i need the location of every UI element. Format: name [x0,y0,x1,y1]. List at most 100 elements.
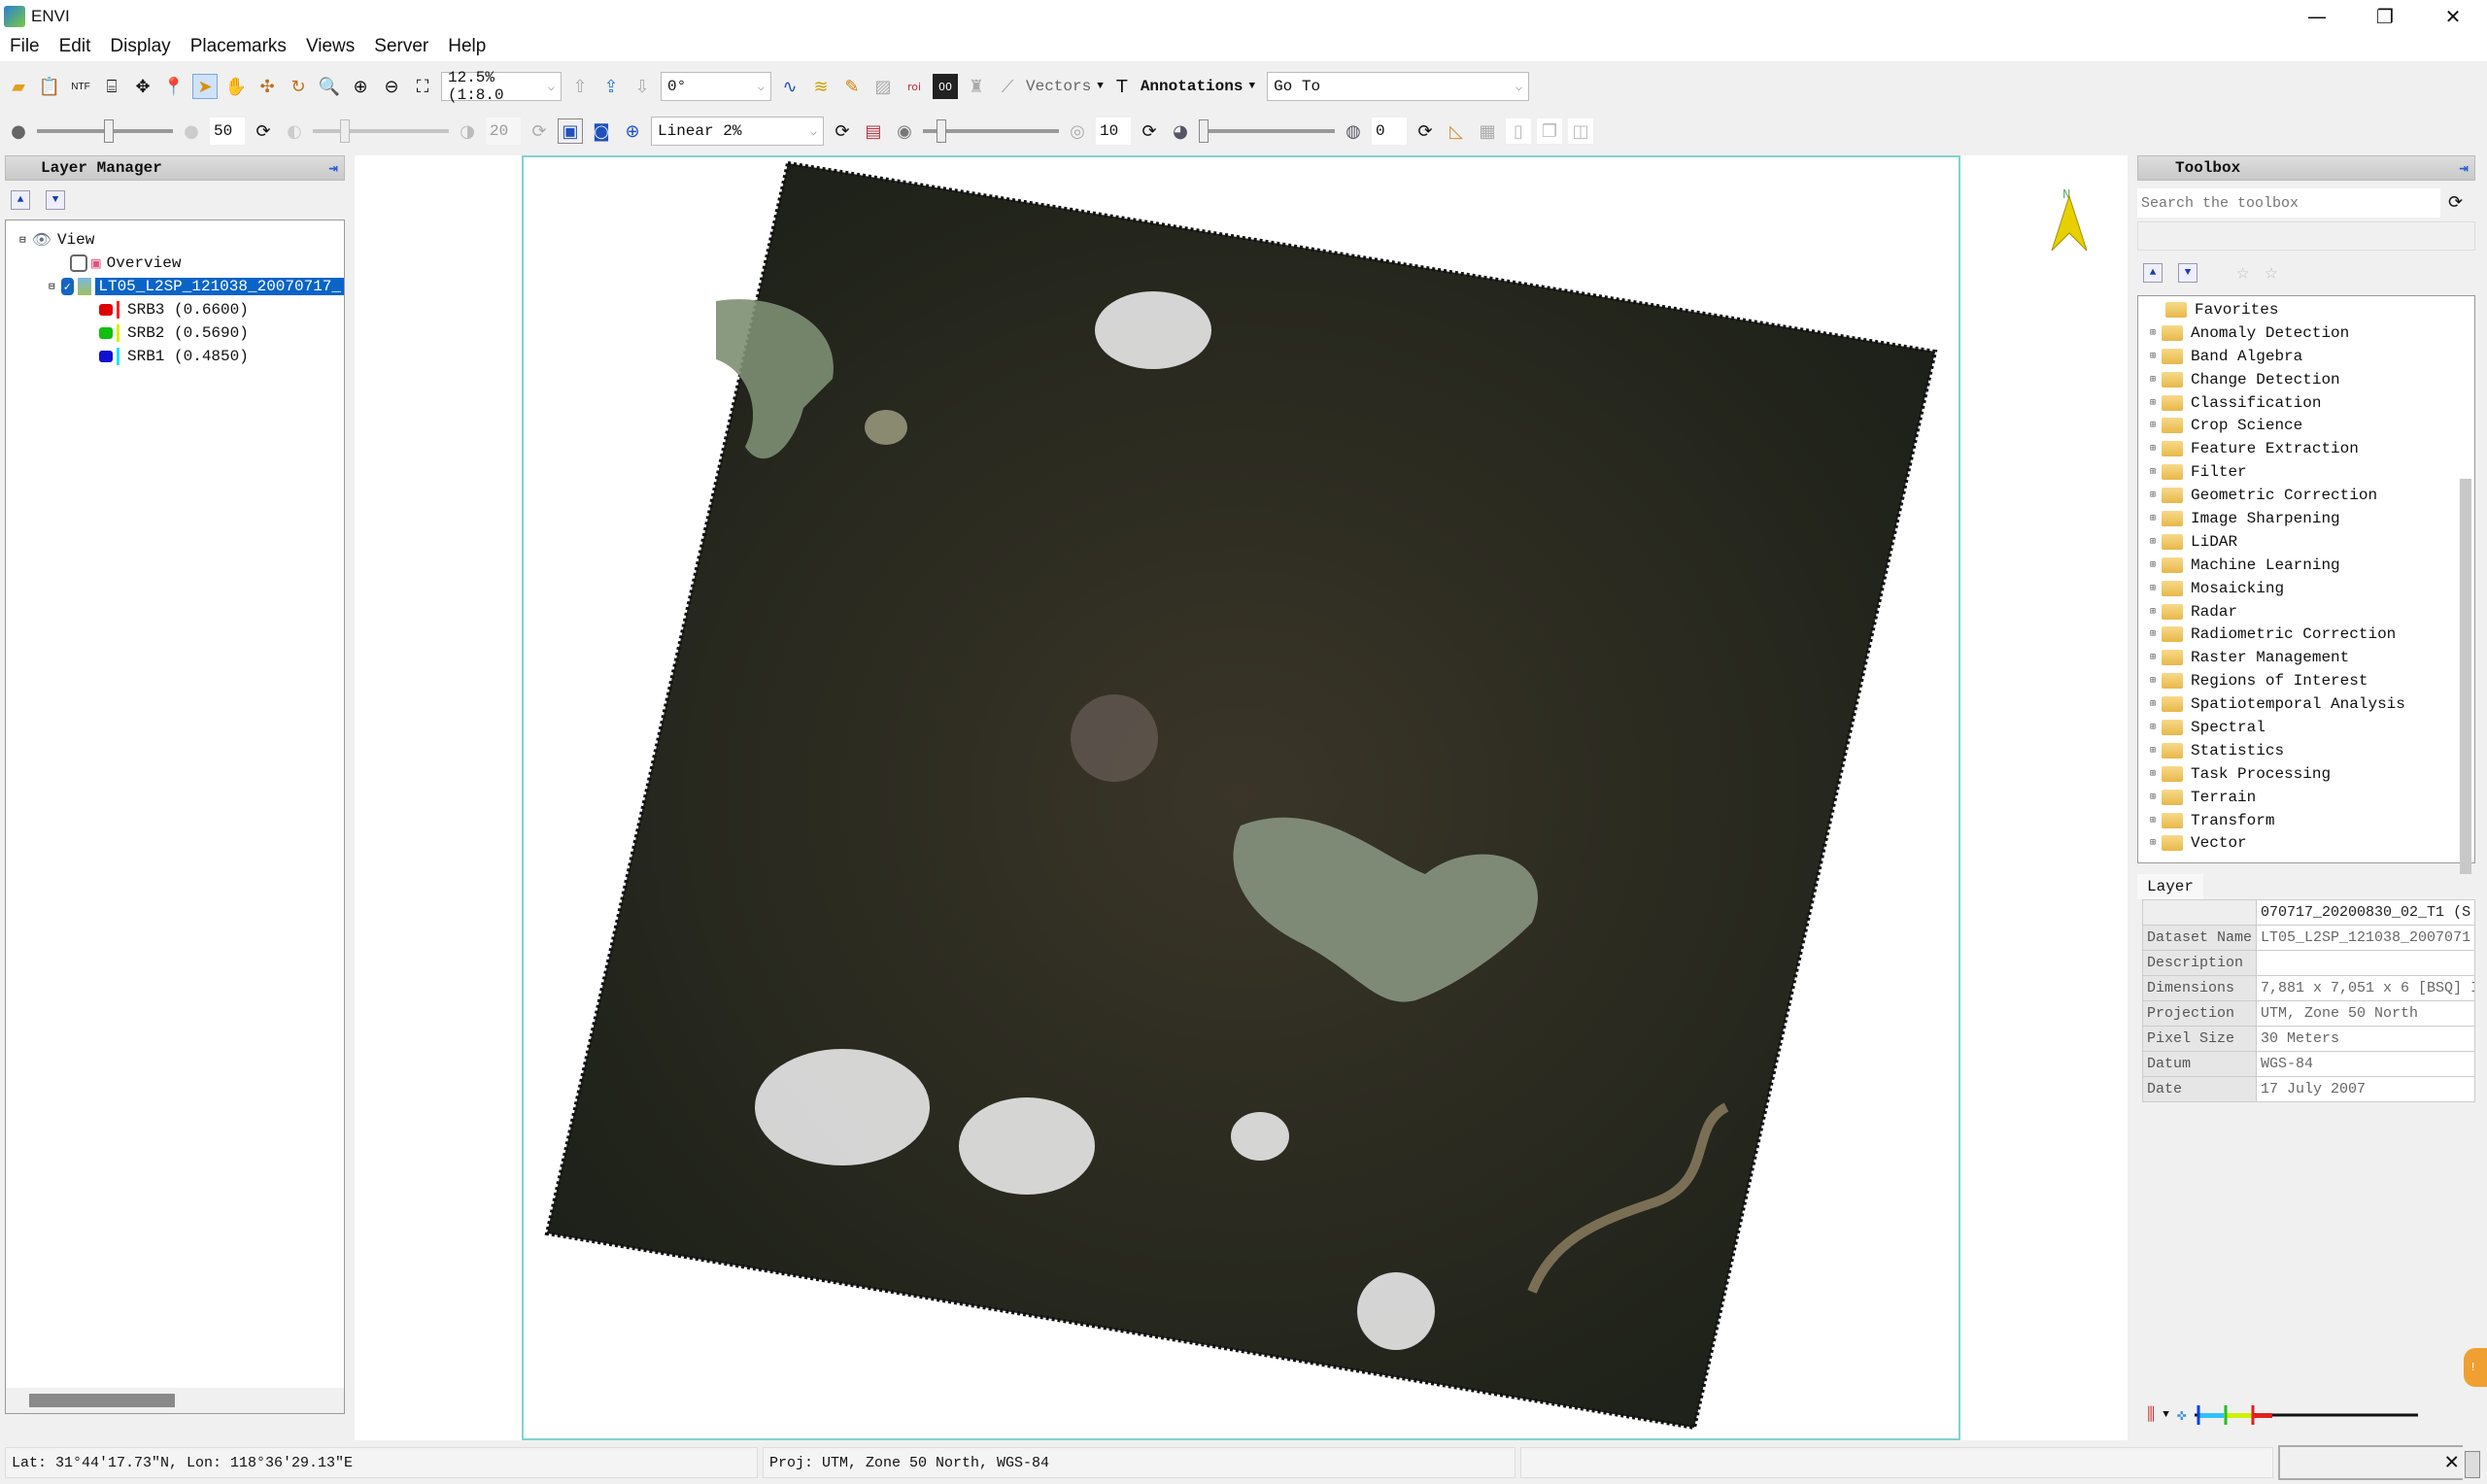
move-down-icon[interactable]: ▼ [2178,263,2197,283]
reset-contrast-icon[interactable]: ⟳ [527,118,552,144]
expand-icon[interactable]: ⊞ [2150,559,2156,571]
multi-profile-icon[interactable]: ≋ [808,74,834,99]
flicker-icon[interactable]: ❐ [1537,118,1562,144]
expand-icon[interactable]: ⊞ [2150,606,2156,618]
horizontal-scrollbar[interactable] [6,1388,344,1413]
vectors-menu[interactable]: Vectors [1026,78,1091,95]
reset-transparency-icon[interactable]: ⟳ [1413,118,1438,144]
menu-help[interactable]: Help [438,36,495,57]
add-favorite-icon[interactable]: ☆ [2236,260,2249,286]
toolbox-item[interactable]: ⊞ Feature Extraction [2138,437,2474,460]
move-up-icon[interactable]: ▲ [11,190,30,210]
band-marker-bar[interactable] [2194,1403,2418,1427]
toolbox-item[interactable]: ⊞ Terrain [2138,786,2474,809]
toolbox-item[interactable]: ⊞ Filter [2138,460,2474,484]
cancel-process-icon[interactable]: ✕ [2278,1445,2463,1480]
expand-icon[interactable]: ⊞ [2150,536,2156,548]
zoom-combo[interactable]: 12.5% (1:8.0 ⌵ [441,69,562,104]
chip-icon[interactable]: ▦ [1475,118,1500,144]
toolbox-item[interactable]: ⊞ Radiometric Correction [2138,623,2474,646]
transparency-slider[interactable] [1199,117,1335,146]
zoom-fit-icon[interactable]: ⛶ [410,74,435,99]
crosshair-icon[interactable]: ⊕ [620,118,645,144]
fly-icon[interactable]: ✣ [255,74,280,99]
tree-layer-node[interactable]: ⊟ ✓ LT05_L2SP_121038_20070717_ [6,275,344,298]
zoom-out-icon[interactable]: ⊖ [379,74,404,99]
expand-icon[interactable]: ⊞ [2150,397,2156,409]
toolbox-item[interactable]: ⊞ Regions of Interest [2138,669,2474,692]
tree-view-node[interactable]: ⊟ 👁 View [6,228,344,252]
expand-icon[interactable]: ⊞ [2150,443,2156,455]
select-cursor-icon[interactable]: ➤ [192,74,218,99]
toolbox-item[interactable]: ⊞ Band Algebra [2138,345,2474,368]
toolbox-item[interactable]: ⊞ Spectral [2138,716,2474,739]
toolbox-item[interactable]: ⊞ Vector [2138,831,2474,855]
move-down-icon[interactable]: ▼ [46,190,65,210]
overview-checkbox[interactable] [70,254,87,272]
stretch-combo[interactable]: Linear 2% ⌵ [651,117,824,146]
vectors-icon[interactable]: ⟋ [995,74,1020,99]
toolbox-item[interactable]: ⊞ Anomaly Detection [2138,321,2474,345]
resize-grip-icon[interactable] [2465,1451,2480,1478]
reset-sharpen-icon[interactable]: ⟳ [1137,118,1162,144]
pixel-locator-icon[interactable]: 00 [933,74,958,99]
refresh-icon[interactable]: ⟳ [2448,192,2463,214]
pan-arrows-icon[interactable]: ✥ [130,74,155,99]
expand-icon[interactable]: ⊞ [2150,583,2156,594]
spectral-plot-icon[interactable]: ✎ [839,74,865,99]
toolbox-results-field[interactable] [2137,221,2475,251]
minimize-button[interactable]: — [2283,0,2351,32]
expand-icon[interactable]: ⊞ [2150,768,2156,780]
pin-icon[interactable]: ⇥ [2459,158,2469,178]
expand-icon[interactable]: ⊞ [2150,351,2156,362]
brightness-value[interactable]: 50 [210,118,245,145]
swipe-icon[interactable]: ◫ [1568,118,1593,144]
expand-icon[interactable]: ⊞ [2150,420,2156,431]
contrast-slider[interactable] [313,117,449,146]
tab-layer[interactable]: Layer [2137,874,2204,899]
expand-icon[interactable]: ⊞ [2150,675,2156,687]
toolbox-item[interactable]: ⊞ Change Detection [2138,368,2474,391]
annotations-menu[interactable]: Annotations [1141,78,1244,95]
toolbox-item[interactable]: ⊞ Spatiotemporal Analysis [2138,692,2474,716]
rotate-up-icon[interactable]: ⇧ [567,74,593,99]
roi-icon[interactable]: roi [902,74,927,99]
color-tables-icon[interactable]: ⫼ [2147,1405,2155,1426]
rotate-down-icon[interactable]: ⇩ [630,74,655,99]
layer-checkbox-checked[interactable]: ✓ [60,278,74,295]
reset-stretch-icon[interactable]: ⟳ [830,118,855,144]
remove-favorite-icon[interactable]: ☆ [2265,260,2277,286]
band-row[interactable]: SRB3 (0.6600) [6,298,344,321]
pin-icon[interactable]: ⇥ [328,158,338,178]
toolbox-item[interactable]: ⊞ LiDAR [2138,530,2474,554]
expand-icon[interactable]: ⊞ [2150,466,2156,478]
hand-pan-icon[interactable]: ✋ [223,74,249,99]
toolbox-item[interactable]: ⊞ Raster Management [2138,646,2474,669]
zoom-in-icon[interactable]: ⊕ [348,74,373,99]
expand-icon[interactable]: ⊞ [2150,327,2156,339]
full-extent-icon[interactable]: ▣ [558,118,583,144]
expand-icon[interactable]: ⊞ [2150,628,2156,640]
ntf-icon[interactable]: NTF [68,74,93,99]
toolbox-item[interactable]: ⊞ Radar [2138,600,2474,624]
spectral-profile-icon[interactable]: ∿ [777,74,802,99]
dropdown-arrow-icon[interactable]: ▼ [2163,1409,2169,1421]
restore-button[interactable]: ❐ [2351,0,2419,32]
expand-icon[interactable]: ⊞ [2150,698,2156,710]
expand-icon[interactable]: ⊞ [2150,792,2156,803]
toolbox-item[interactable]: ⊞ Statistics [2138,739,2474,762]
tower-icon[interactable]: ♜ [964,74,989,99]
expand-icon[interactable]: ⊞ [2150,745,2156,757]
band-row[interactable]: SRB2 (0.5690) [6,321,344,345]
move-up-icon[interactable]: ▲ [2143,263,2163,283]
measure-icon[interactable]: ◺ [1444,118,1469,144]
clipboard-icon[interactable]: 📋 [37,74,62,99]
annotations-icon[interactable]: T [1109,74,1135,99]
reset-brightness-icon[interactable]: ⟳ [251,118,276,144]
notification-badge-icon[interactable]: ! [2464,1348,2487,1387]
ruler-icon[interactable]: ▨ [870,74,896,99]
zoom-data-icon[interactable]: ◙ [589,118,614,144]
swap-icon[interactable]: ✜ [2177,1405,2187,1425]
expand-icon[interactable]: ⊞ [2150,374,2156,386]
close-button[interactable]: ✕ [2419,0,2487,32]
